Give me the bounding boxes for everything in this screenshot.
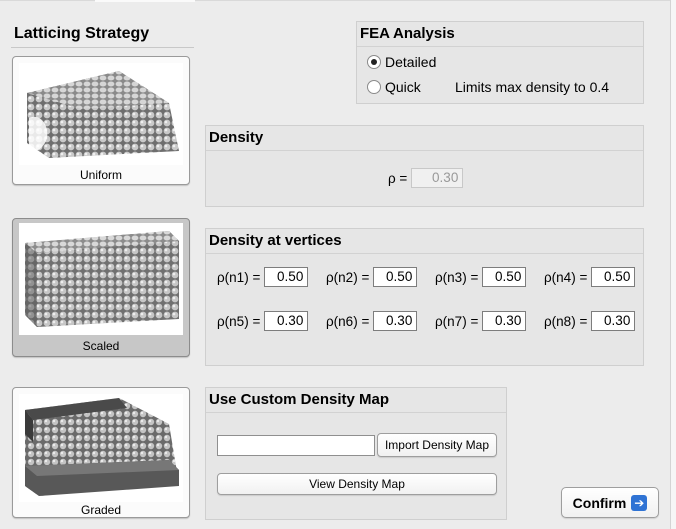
vertex-input-n1[interactable]: 0.50 (264, 267, 309, 287)
vertex-field-n7: ρ(n7) = 0.30 (435, 311, 527, 331)
strategy-uniform-card[interactable]: Uniform (12, 56, 190, 185)
strategy-graded-card[interactable]: Graded (12, 387, 190, 518)
fea-title: FEA Analysis (360, 25, 455, 42)
uniform-label: Uniform (79, 168, 122, 182)
vertex-input-n3[interactable]: 0.50 (482, 267, 527, 287)
density-title: Density (209, 129, 264, 146)
custom-density-map-group: Use Custom Density Map Import Density Ma… (205, 387, 507, 520)
density-input[interactable]: 0.30 (411, 168, 464, 188)
uniform-lattice-image (19, 63, 183, 165)
vertex-input-n7[interactable]: 0.30 (482, 311, 527, 331)
custom-map-title: Use Custom Density Map (209, 391, 390, 408)
vertex-input-n5[interactable]: 0.30 (264, 311, 309, 331)
fea-detailed-option[interactable]: Detailed (367, 54, 436, 70)
vertex-label-n3: ρ(n3) = (435, 269, 479, 285)
strategy-title: Latticing Strategy (14, 25, 150, 42)
vertex-label-n4: ρ(n4) = (544, 269, 588, 285)
vertex-field-n2: ρ(n2) = 0.50 (326, 267, 418, 287)
vertex-label-n2: ρ(n2) = (326, 269, 370, 285)
vertex-label-n6: ρ(n6) = (326, 313, 370, 329)
vertex-input-n4[interactable]: 0.50 (591, 267, 636, 287)
density-map-path-input[interactable] (217, 435, 375, 456)
fea-header: FEA Analysis (357, 22, 643, 47)
custom-map-header: Use Custom Density Map (206, 388, 506, 413)
vertices-title: Density at vertices (209, 232, 342, 249)
tab-highlight (95, 0, 195, 2)
density-label: ρ = (388, 170, 408, 186)
vertex-field-n1: ρ(n1) = 0.50 (217, 267, 309, 287)
vertex-field-n5: ρ(n5) = 0.30 (217, 311, 309, 331)
fea-quick-label: Quick (385, 79, 421, 95)
strategy-divider (11, 47, 194, 48)
density-group: Density ρ = 0.30 (205, 125, 644, 207)
vertex-field-n3: ρ(n3) = 0.50 (435, 267, 527, 287)
vertex-input-n8[interactable]: 0.30 (591, 311, 636, 331)
vertex-label-n5: ρ(n5) = (217, 313, 261, 329)
view-density-map-button[interactable]: View Density Map (217, 473, 497, 495)
vertex-input-n6[interactable]: 0.30 (373, 311, 418, 331)
vertex-label-n8: ρ(n8) = (544, 313, 588, 329)
graded-label: Graded (80, 503, 122, 517)
vertex-label-n1: ρ(n1) = (217, 269, 261, 285)
vertex-input-n2[interactable]: 0.50 (373, 267, 418, 287)
vertex-field-n8: ρ(n8) = 0.30 (544, 311, 636, 331)
vertex-field-n6: ρ(n6) = 0.30 (326, 311, 418, 331)
vertex-density-group: Density at vertices ρ(n1) = 0.50 ρ(n2) =… (205, 228, 644, 366)
fea-quick-option[interactable]: Quick (367, 79, 421, 95)
density-field: ρ = 0.30 (388, 168, 464, 188)
strategy-scaled-card[interactable]: Scaled (12, 218, 190, 357)
window-right-edge (670, 0, 676, 529)
graded-lattice-image (19, 394, 183, 502)
scaled-lattice-image (19, 223, 183, 335)
import-density-map-button[interactable]: Import Density Map (377, 433, 497, 457)
fea-detailed-label: Detailed (385, 54, 437, 70)
vertices-header: Density at vertices (206, 229, 643, 254)
confirm-label: Confirm (572, 494, 627, 511)
vertex-label-n7: ρ(n7) = (435, 313, 479, 329)
density-header: Density (206, 126, 643, 151)
radio-selected-dot (371, 59, 377, 65)
scaled-label: Scaled (82, 339, 120, 353)
fea-quick-note: Limits max density to 0.4 (455, 79, 610, 95)
radio-button-icon[interactable] (367, 80, 381, 94)
fea-analysis-group: FEA Analysis Detailed Quick Limits max d… (356, 21, 644, 104)
radio-button-icon[interactable] (367, 55, 381, 69)
vertex-field-n4: ρ(n4) = 0.50 (544, 267, 636, 287)
confirm-button[interactable]: Confirm ➔ (561, 487, 659, 518)
arrow-right-icon: ➔ (631, 494, 648, 511)
